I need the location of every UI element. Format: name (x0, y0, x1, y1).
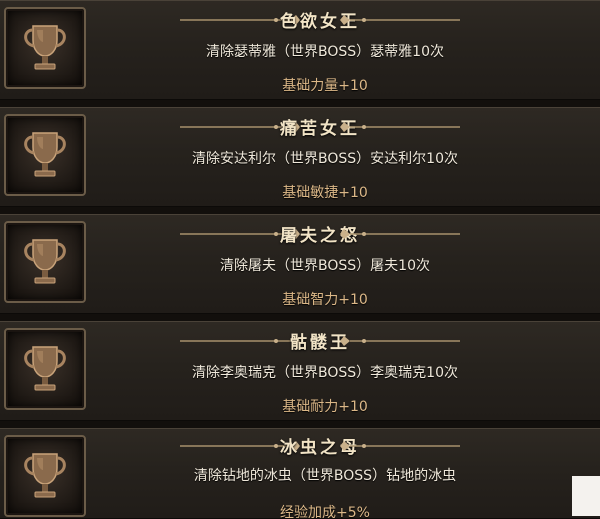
ornament-right (340, 441, 460, 451)
ornament-right (340, 15, 460, 25)
trophy-icon-graphic (24, 346, 66, 391)
achievement-description: 清除瑟蒂雅（世界BOSS）瑟蒂雅10次 (206, 44, 444, 60)
ornament-right (340, 336, 460, 346)
achievement-card[interactable]: 骷髅王 清除李奥瑞克（世界BOSS）李奥瑞克10次 基础耐力+10 (0, 321, 600, 421)
trophy-icon-graphic (24, 25, 66, 70)
trophy-icon (4, 435, 86, 517)
achievement-card[interactable]: 色欲女王 清除瑟蒂雅（世界BOSS）瑟蒂雅10次 基础力量+10 (0, 0, 600, 100)
achievement-description: 清除钻地的冰虫（世界BOSS）钻地的冰虫 (193, 468, 457, 484)
achievement-description: 清除安达利尔（世界BOSS）安达利尔10次 (192, 151, 458, 167)
achievement-list: 色欲女王 清除瑟蒂雅（世界BOSS）瑟蒂雅10次 基础力量+10 痛苦女王 清除… (0, 0, 600, 519)
trophy-icon-graphic (24, 132, 66, 177)
achievement-card[interactable]: 屠夫之怒 清除屠夫（世界BOSS）屠夫10次 基础智力+10 (0, 214, 600, 314)
achievement-reward: 经验加成+5% (280, 505, 370, 519)
achievement-card[interactable]: 痛苦女王 清除安达利尔（世界BOSS）安达利尔10次 基础敏捷+10 (0, 107, 600, 207)
achievement-description: 清除李奥瑞克（世界BOSS）李奥瑞克10次 (192, 365, 458, 381)
trophy-icon-graphic (24, 239, 66, 284)
trophy-icon (4, 114, 86, 196)
achievement-description: 清除屠夫（世界BOSS）屠夫10次 (220, 258, 430, 274)
achievement-reward: 基础力量+10 (282, 78, 368, 94)
watermark-logo (572, 476, 600, 516)
trophy-icon-graphic (24, 453, 66, 498)
trophy-icon (4, 328, 86, 410)
trophy-icon (4, 7, 86, 89)
trophy-icon (4, 221, 86, 303)
ornament-right (340, 122, 460, 132)
achievement-card[interactable]: 冰虫之母 清除钻地的冰虫（世界BOSS）钻地的冰虫 经验加成+5% (0, 428, 600, 519)
achievement-reward: 基础耐力+10 (282, 399, 368, 415)
achievement-reward: 基础敏捷+10 (282, 185, 368, 201)
achievement-reward: 基础智力+10 (282, 292, 368, 308)
ornament-right (340, 229, 460, 239)
